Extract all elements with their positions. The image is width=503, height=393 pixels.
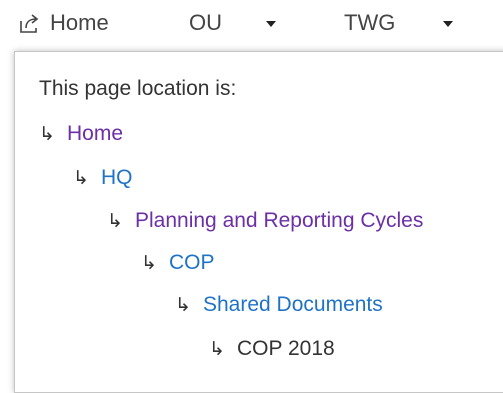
top-navigation: Home OU TWG — [0, 0, 503, 46]
caret-down-icon[interactable] — [443, 21, 454, 27]
nav-twg-label[interactable]: TWG — [344, 10, 395, 36]
breadcrumb-link-hq[interactable]: HQ — [101, 166, 133, 190]
breadcrumb-link-shared-documents[interactable]: Shared Documents — [203, 293, 383, 317]
nav-ou-label[interactable]: OU — [189, 10, 222, 36]
breadcrumb-item-shared-documents[interactable]: ↳ Shared Documents — [175, 291, 383, 319]
breadcrumb-item-planning[interactable]: ↳ Planning and Reporting Cycles — [107, 207, 423, 235]
hierarchy-arrow-icon: ↳ — [141, 252, 157, 274]
nav-ou-dropdown[interactable]: OU — [189, 8, 276, 38]
caret-down-icon[interactable] — [266, 21, 276, 27]
hierarchy-arrow-icon: ↳ — [107, 210, 123, 232]
breadcrumb-item-current: ↳ COP 2018 — [209, 335, 335, 363]
breadcrumb-link-cop[interactable]: COP — [169, 251, 215, 275]
hierarchy-arrow-icon: ↳ — [175, 294, 191, 316]
navigate-up-icon[interactable] — [18, 11, 42, 35]
nav-home-label[interactable]: Home — [50, 10, 109, 36]
breadcrumb-current-page: COP 2018 — [237, 337, 335, 360]
flyout-title: This page location is: — [39, 77, 237, 100]
hierarchy-arrow-icon: ↳ — [73, 167, 89, 189]
page-location-flyout: This page location is: ↳ Home ↳ HQ ↳ Pla… — [14, 51, 503, 393]
breadcrumb-item-cop[interactable]: ↳ COP — [141, 249, 215, 277]
nav-twg-dropdown[interactable]: TWG — [344, 8, 454, 38]
hierarchy-arrow-icon: ↳ — [209, 338, 225, 360]
breadcrumb-link-planning[interactable]: Planning and Reporting Cycles — [135, 209, 423, 233]
breadcrumb-link-home[interactable]: Home — [67, 122, 123, 146]
hierarchy-arrow-icon: ↳ — [39, 123, 55, 145]
breadcrumb-item-hq[interactable]: ↳ HQ — [73, 164, 133, 192]
breadcrumb-item-home[interactable]: ↳ Home — [39, 120, 123, 148]
nav-home[interactable]: Home — [18, 8, 109, 38]
